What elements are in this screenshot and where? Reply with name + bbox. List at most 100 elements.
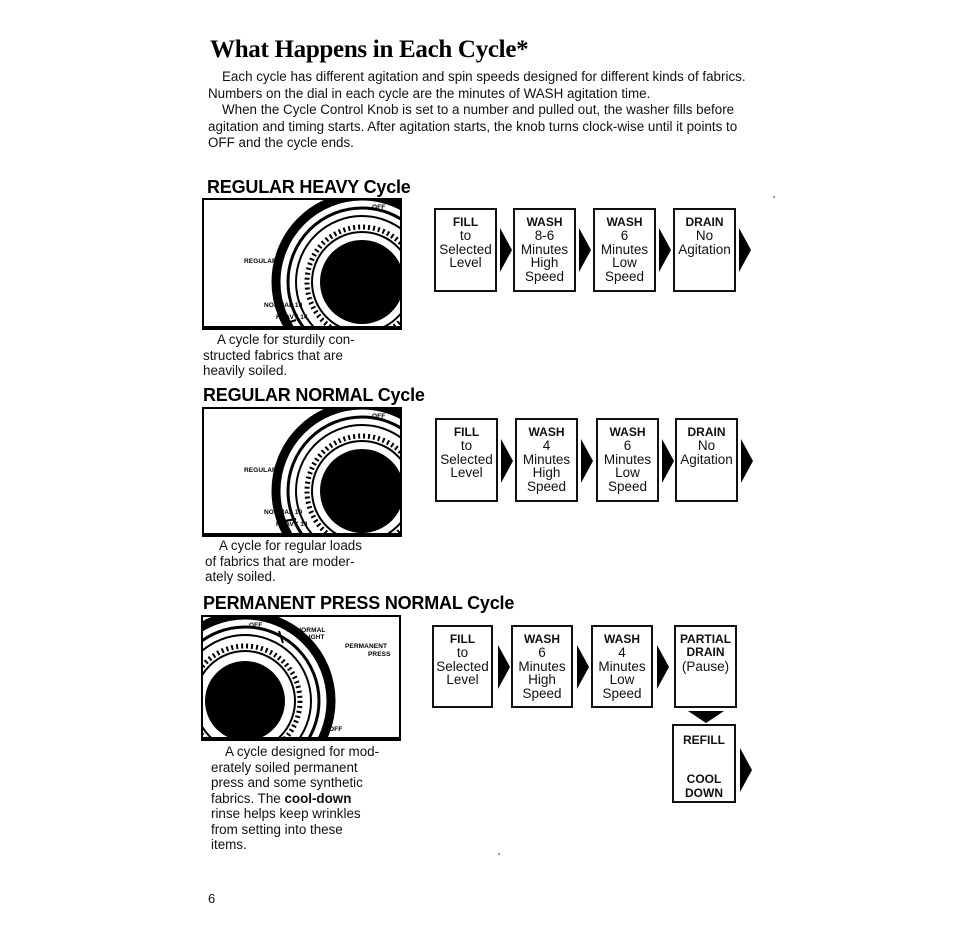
step-box-refill-cool-down: REFILL COOL DOWN (672, 724, 736, 803)
step-box-drain: DRAIN No Agitation (673, 208, 736, 292)
step-heading: DRAIN (686, 645, 725, 660)
description-line: press and some synthetic (211, 775, 363, 790)
step-line: Speed (607, 478, 648, 494)
step-line: Speed (522, 685, 562, 701)
arrow-right-icon (500, 228, 512, 272)
dial-illustration-regular-normal: OFF REGULAR NORMAL 10 HEAVY 14 (202, 407, 402, 537)
arrow-right-icon (501, 439, 513, 483)
section-heading-permanent-press: PERMANENT PRESS NORMAL Cycle (203, 593, 514, 614)
dial-label-cycle-line-2: PRESS (368, 651, 391, 658)
step-box-drain: DRAIN No Agitation (675, 418, 738, 502)
step-line: Selected (440, 451, 493, 467)
step-line: High (530, 255, 559, 271)
description-line: heavily soiled. (203, 363, 288, 378)
dial-label-cycle: REGULAR (244, 258, 277, 265)
description-line: A cycle for regular loads (219, 538, 362, 553)
step-line: to (460, 438, 473, 454)
dial-label-setting-2: 6 LIGHT (299, 634, 325, 641)
step-heading: FILL (453, 425, 480, 439)
step-heading: DOWN (685, 785, 723, 800)
intro-text: Each cycle has different agitation and s… (208, 69, 748, 152)
step-heading: WASH (528, 425, 565, 439)
heading-suffix: Cycle (467, 593, 515, 613)
step-line: Low (609, 672, 635, 688)
step-line: Agitation (678, 241, 731, 257)
description-line: A cycle designed for mod- (225, 744, 380, 759)
step-box-fill: FILL to Selected Level (435, 418, 498, 502)
step-box-wash-high: WASH 8-6 Minutes High Speed (513, 208, 576, 292)
step-heading: DRAIN (685, 215, 724, 229)
step-line: Low (615, 465, 640, 481)
step-line: Minutes (603, 451, 652, 467)
dial-label-off: OFF (372, 204, 386, 211)
dial-label-setting-2: HEAVY 14 (276, 521, 308, 528)
arrow-down-icon (688, 711, 724, 723)
step-heading: PARTIAL (679, 632, 732, 646)
step-line: 8-6 (534, 228, 555, 244)
step-heading: WASH (526, 215, 563, 229)
heading-suffix: Cycle (363, 177, 411, 197)
step-line: Level (446, 672, 479, 688)
description-line: structed fabrics that are (203, 347, 343, 363)
arrow-right-icon (577, 645, 589, 689)
step-line: Agitation (680, 451, 733, 467)
page-number: 6 (208, 891, 216, 906)
step-line: Minutes (522, 451, 571, 467)
step-line: Speed (604, 268, 645, 284)
heading-caps: REGULAR NORMAL (203, 385, 373, 405)
description-line: rinse helps keep wrinkles (211, 806, 361, 821)
step-line: 4 (542, 438, 551, 454)
step-line: No (697, 438, 716, 454)
description-line: ately soiled. (205, 569, 276, 584)
dial-label-setting-2: HEAVY 14 (276, 314, 308, 321)
dial-illustration-permanent-press: OFF 10 NORMAL 6 LIGHT PERMANENT PRESS OF… (201, 615, 401, 741)
intro-paragraph-1: Each cycle has different agitation and s… (208, 69, 746, 101)
step-heading: COOL (686, 772, 722, 787)
step-line: Minutes (600, 241, 649, 257)
step-heading: DRAIN (687, 425, 726, 439)
step-line: Speed (602, 685, 642, 701)
step-line: 4 (618, 645, 626, 661)
arrow-right-icon (657, 645, 669, 689)
step-line: 6 (538, 645, 546, 661)
step-line: 6 (623, 438, 632, 454)
arrow-right-icon (498, 645, 510, 689)
step-line: 6 (620, 228, 629, 244)
arrow-right-icon (740, 748, 752, 792)
arrow-right-icon (662, 439, 674, 483)
step-line: (Pause) (681, 658, 730, 674)
step-heading: REFILL (683, 733, 725, 747)
heading-suffix: Cycle (377, 385, 425, 405)
description-line: A cycle for sturdily con- (217, 332, 355, 347)
step-line: Speed (524, 268, 565, 284)
step-line: Minutes (518, 658, 566, 674)
arrow-right-icon (741, 439, 753, 483)
step-line: to (459, 228, 472, 244)
cycle-description-permanent-press: A cycle designed for mod- erately soiled… (211, 744, 379, 853)
arrow-right-icon (581, 439, 593, 483)
step-line: Selected (439, 241, 492, 257)
dial-label-off: OFF (372, 413, 386, 420)
arrow-right-icon (739, 228, 751, 272)
step-line: Low (612, 255, 637, 271)
step-line: Minutes (598, 658, 646, 674)
step-box-partial-drain: PARTIAL DRAIN (Pause) (674, 625, 737, 708)
section-heading-regular-normal: REGULAR NORMAL Cycle (203, 385, 425, 406)
step-heading: FILL (449, 632, 476, 646)
heading-caps: REGULAR HEAVY (207, 177, 359, 197)
arrow-right-icon (579, 228, 591, 272)
step-box-wash-low: WASH 6 Minutes Low Speed (596, 418, 659, 502)
step-line: Speed (526, 478, 567, 494)
arrow-right-icon (659, 228, 671, 272)
step-box-wash-low: WASH 6 Minutes Low Speed (593, 208, 656, 292)
step-box-fill: FILL to Selected Level (434, 208, 497, 292)
dial-label-cycle: REGULAR (244, 467, 277, 474)
cycle-description-regular-heavy: A cycle for sturdily con- structed fabri… (203, 332, 355, 379)
section-heading-regular-heavy: REGULAR HEAVY Cycle (207, 177, 411, 198)
heading-caps: PERMANENT PRESS NORMAL (203, 593, 463, 613)
dial-illustration-regular-heavy: OFF REGULAR NORMAL 10 HEAVY 14 (202, 198, 402, 330)
description-text: fabrics. The (211, 790, 285, 806)
step-line: High (528, 672, 556, 688)
page-title: What Happens in Each Cycle* (210, 36, 529, 63)
step-heading: WASH (606, 215, 643, 229)
